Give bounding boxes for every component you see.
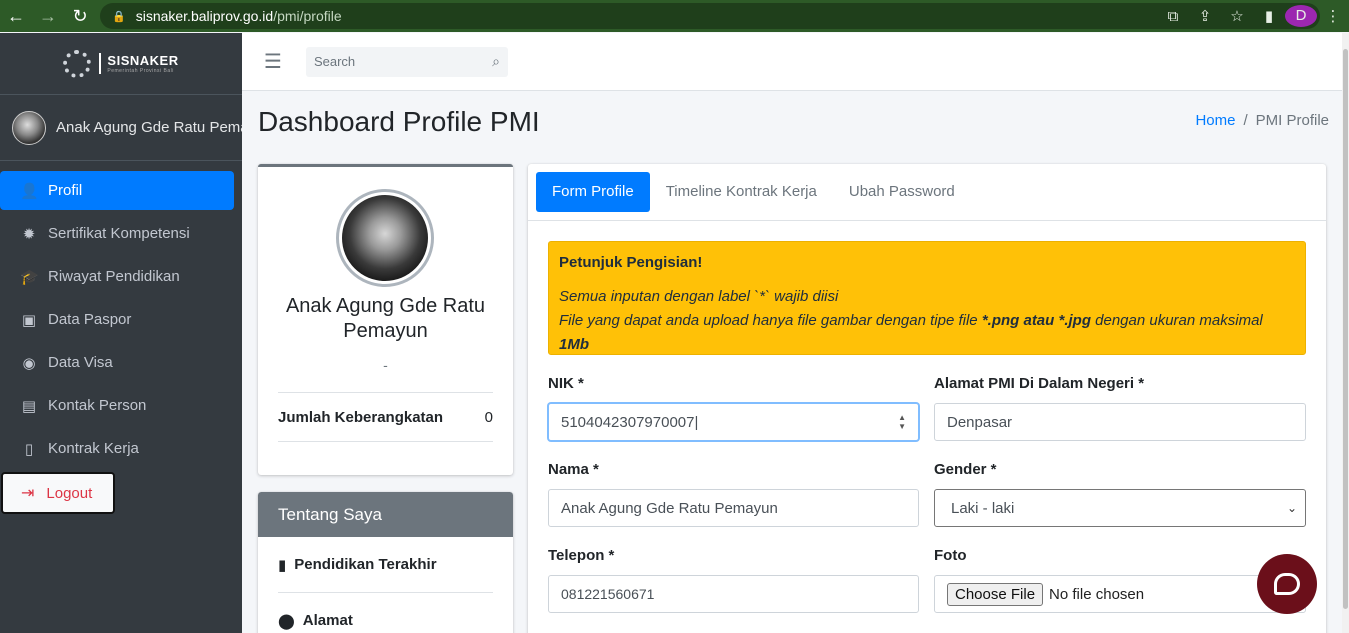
profile-photo xyxy=(336,189,434,287)
sidebar-item-profil[interactable]: 👤 Profil xyxy=(0,171,234,210)
sidebar-item-paspor[interactable]: ▣ Data Paspor xyxy=(0,300,234,339)
about-row-education: ▮ Pendidikan Terakhir xyxy=(278,537,493,593)
sidebar: SISNAKER Pemerintah Provinsi Bali Anak A… xyxy=(0,33,242,633)
brand-name: SISNAKER xyxy=(107,53,179,68)
alert-line-2: File yang dapat anda upload hanya file g… xyxy=(559,312,1263,353)
sidebar-item-label: Sertifikat Kompetensi xyxy=(48,225,190,242)
share-icon[interactable]: ⇪ xyxy=(1189,7,1221,25)
alamat-field[interactable]: Denpasar xyxy=(934,403,1306,441)
telepon-label: Telepon * xyxy=(548,547,615,564)
file-status: No file chosen xyxy=(1049,585,1145,603)
about-title: Tentang Saya xyxy=(258,492,513,537)
sidebar-menu: 👤 Profil ✹ Sertifikat Kompetensi 🎓 Riway… xyxy=(0,161,242,514)
search-icon[interactable]: ⌕ xyxy=(492,53,500,70)
visa-icon: ◉ xyxy=(22,354,36,372)
url-host: sisnaker.baliprov.go.id xyxy=(135,8,274,24)
sidebar-item-label: Kontrak Kerja xyxy=(48,440,139,457)
chat-widget-button[interactable] xyxy=(1257,554,1317,614)
number-spinner-icon[interactable]: ▲ ▼ xyxy=(898,413,906,431)
breadcrumb: Home / PMI Profile xyxy=(1195,112,1329,129)
graduation-cap-icon: 🎓 xyxy=(20,268,39,286)
logout-label: Logout xyxy=(46,484,93,502)
breadcrumb-current: PMI Profile xyxy=(1255,112,1329,129)
logout-button[interactable]: ⇥ Logout xyxy=(1,472,115,514)
sidebar-item-sertifikat[interactable]: ✹ Sertifikat Kompetensi xyxy=(0,214,234,253)
sidebar-item-kontak[interactable]: ▤ Kontak Person xyxy=(0,386,234,425)
tab-ubah-password[interactable]: Ubah Password xyxy=(833,172,971,212)
more-menu-icon[interactable]: ⋮ xyxy=(1317,7,1349,25)
brand[interactable]: SISNAKER Pemerintah Provinsi Bali xyxy=(0,33,242,95)
brand-logo-icon xyxy=(63,49,92,78)
profile-subtitle: - xyxy=(383,357,388,373)
breadcrumb-home[interactable]: Home xyxy=(1195,112,1235,129)
user-panel[interactable]: Anak Agung Gde Ratu Pemayun xyxy=(0,95,242,161)
form-card: Form Profile Timeline Kontrak Kerja Ubah… xyxy=(528,164,1326,633)
instructions-alert: Petunjuk Pengisian! Semua inputan dengan… xyxy=(548,241,1306,355)
back-icon[interactable]: ← xyxy=(0,6,32,27)
alert-title: Petunjuk Pengisian! xyxy=(559,254,703,271)
sidebar-item-label: Kontak Person xyxy=(48,397,147,414)
forward-icon[interactable]: → xyxy=(32,6,64,27)
sidebar-item-label: Data Paspor xyxy=(48,311,132,328)
search-input[interactable] xyxy=(313,54,474,69)
gender-select[interactable]: Laki - laki ⌄ xyxy=(934,489,1306,527)
sidebar-item-visa[interactable]: ◉ Data Visa xyxy=(0,343,234,382)
page-scrollbar[interactable] xyxy=(1342,33,1349,633)
profile-avatar[interactable]: D xyxy=(1285,5,1317,27)
chat-icon xyxy=(1274,573,1300,595)
browser-toolbar: ← → ↻ 🔒 sisnaker.baliprov.go.id/pmi/prof… xyxy=(0,0,1349,32)
page-title: Dashboard Profile PMI xyxy=(258,106,540,137)
contact-icon: ▤ xyxy=(21,397,37,415)
top-navbar: ☰ ⌕ xyxy=(242,33,1342,91)
alert-line-1: Semua inputan dengan label `*` wajib dii… xyxy=(559,288,839,305)
user-name[interactable]: Anak Agung Gde Ratu Pemayun xyxy=(56,119,242,136)
profile-card: Anak Agung Gde Ratu Pemayun - Jumlah Keb… xyxy=(258,164,513,475)
book-icon: ▮ xyxy=(278,556,287,574)
reload-icon[interactable]: ↻ xyxy=(64,6,96,27)
about-card: Tentang Saya ▮ Pendidikan Terakhir ⬤ Ala… xyxy=(258,492,513,633)
logout-icon: ⇥ xyxy=(21,485,35,502)
contract-icon: ▯ xyxy=(24,440,34,458)
foto-label: Foto xyxy=(934,547,967,564)
alamat-label: Alamat PMI Di Dalam Negeri * xyxy=(934,375,1145,392)
tab-bar: Form Profile Timeline Kontrak Kerja Ubah… xyxy=(528,164,1326,221)
user-icon: 👤 xyxy=(20,182,39,200)
choose-file-button[interactable]: Choose File xyxy=(947,582,1044,606)
sidepanel-icon[interactable]: ▮ xyxy=(1253,7,1285,25)
nama-label: Nama * xyxy=(548,461,599,478)
hamburger-menu-icon[interactable]: ☰ xyxy=(264,49,282,74)
tab-timeline-kontrak[interactable]: Timeline Kontrak Kerja xyxy=(650,172,833,212)
address-bar[interactable]: 🔒 sisnaker.baliprov.go.id/pmi/profile xyxy=(100,3,1320,29)
sidebar-item-label: Profil xyxy=(48,182,83,199)
sidebar-item-pendidikan[interactable]: 🎓 Riwayat Pendidikan xyxy=(0,257,234,296)
passport-icon: ▣ xyxy=(21,311,37,329)
bookmark-star-icon[interactable]: ☆ xyxy=(1221,7,1253,25)
url-path: /pmi/profile xyxy=(273,8,342,24)
nama-field[interactable]: Anak Agung Gde Ratu Pemayun xyxy=(548,489,919,527)
nik-label: NIK * xyxy=(548,375,584,392)
translate-icon[interactable]: ⧉ xyxy=(1157,8,1189,25)
sidebar-item-label: Riwayat Pendidikan xyxy=(48,268,180,285)
certificate-icon: ✹ xyxy=(22,225,36,243)
tab-form-profile[interactable]: Form Profile xyxy=(536,172,650,212)
sidebar-item-label: Data Visa xyxy=(48,354,113,371)
map-marker-icon: ⬤ xyxy=(278,612,295,630)
nik-field[interactable]: 5104042307970007 | ▲ ▼ xyxy=(548,403,919,441)
stat-value: 0 xyxy=(484,408,493,426)
chevron-down-icon: ⌄ xyxy=(1286,501,1297,515)
departure-count: Jumlah Keberangkatan 0 xyxy=(278,392,493,442)
telepon-field[interactable]: 081221560671 xyxy=(548,575,919,613)
gender-label: Gender * xyxy=(934,461,997,478)
foto-file-input[interactable]: Choose File No file chosen xyxy=(934,575,1306,613)
profile-name: Anak Agung Gde Ratu Pemayun xyxy=(285,295,486,342)
lock-icon: 🔒 xyxy=(112,10,126,23)
user-avatar xyxy=(12,110,46,145)
sidebar-item-kontrak[interactable]: ▯ Kontrak Kerja xyxy=(0,429,234,468)
about-row-address: ⬤ Alamat xyxy=(278,593,493,633)
stat-label: Jumlah Keberangkatan xyxy=(278,408,444,426)
brand-subtitle: Pemerintah Provinsi Bali xyxy=(107,68,174,74)
breadcrumb-separator: / xyxy=(1243,112,1248,129)
search-box: ⌕ xyxy=(305,46,508,77)
